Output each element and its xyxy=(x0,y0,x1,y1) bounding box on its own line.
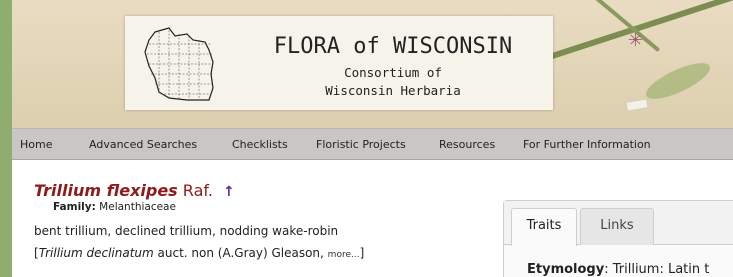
left-accent-strip xyxy=(0,0,12,277)
nav-item-further-information[interactable]: For Further Information xyxy=(523,138,651,151)
etymology-label: Etymology xyxy=(527,262,605,277)
nav-item-resources[interactable]: Resources xyxy=(439,138,495,151)
nav-item-checklists[interactable]: Checklists xyxy=(232,138,288,151)
site-subtitle-line1: Consortium of xyxy=(344,65,442,80)
panel-tabbar: Traits Links xyxy=(504,201,733,246)
taxon-scientific-name: Trillium flexipes xyxy=(34,181,178,200)
family-label: Family: xyxy=(53,201,96,213)
synonym-name: Trillium declinatum xyxy=(38,246,154,260)
up-arrow-icon[interactable]: ↑ xyxy=(223,184,235,200)
etymology-text: Etymology: Trillium: Latin t xyxy=(527,262,709,277)
taxon-family: Family: Melanthiaceae xyxy=(53,201,176,213)
tab-links[interactable]: Links xyxy=(580,208,654,245)
wisconsin-map-icon xyxy=(144,27,214,101)
site-logo-banner[interactable]: FLORA of WISCONSIN Consortium of Wiscons… xyxy=(125,16,553,110)
herbarium-leaf-image xyxy=(641,56,715,106)
herbarium-flower-icon: ✳ xyxy=(627,30,643,51)
main-nav: Home Advanced Searches Checklists Floris… xyxy=(12,128,733,160)
synonyms: [Trillium declinatum auct. non (A.Gray) … xyxy=(34,246,364,260)
nav-item-advanced-searches[interactable]: Advanced Searches xyxy=(89,138,197,151)
taxon-author: Raf. xyxy=(182,181,213,200)
taxon-heading: Trillium flexipes Raf. ↑ xyxy=(34,181,235,200)
synonym-more-link[interactable]: more... xyxy=(328,250,360,260)
nav-item-home[interactable]: Home xyxy=(20,138,52,151)
site-title: FLORA of WISCONSIN xyxy=(273,34,513,59)
site-subtitle-line2: Wisconsin Herbaria xyxy=(325,83,461,98)
site-header: ✳ FLORA of WISCONSIN Consortium of Wisco… xyxy=(12,0,733,128)
synonym-close-bracket: ] xyxy=(359,246,365,260)
nav-item-floristic-projects[interactable]: Floristic Projects xyxy=(316,138,406,151)
etymology-value: : Trillium: Latin t xyxy=(604,262,710,277)
info-panel: Traits Links Etymology: Trillium: Latin … xyxy=(503,200,733,277)
herbarium-tape-image xyxy=(625,98,649,112)
family-value: Melanthiaceae xyxy=(99,201,176,213)
common-names: bent trillium, declined trillium, noddin… xyxy=(34,224,339,238)
synonym-author: auct. non (A.Gray) Gleason, xyxy=(153,246,324,260)
tab-traits[interactable]: Traits xyxy=(511,208,577,246)
